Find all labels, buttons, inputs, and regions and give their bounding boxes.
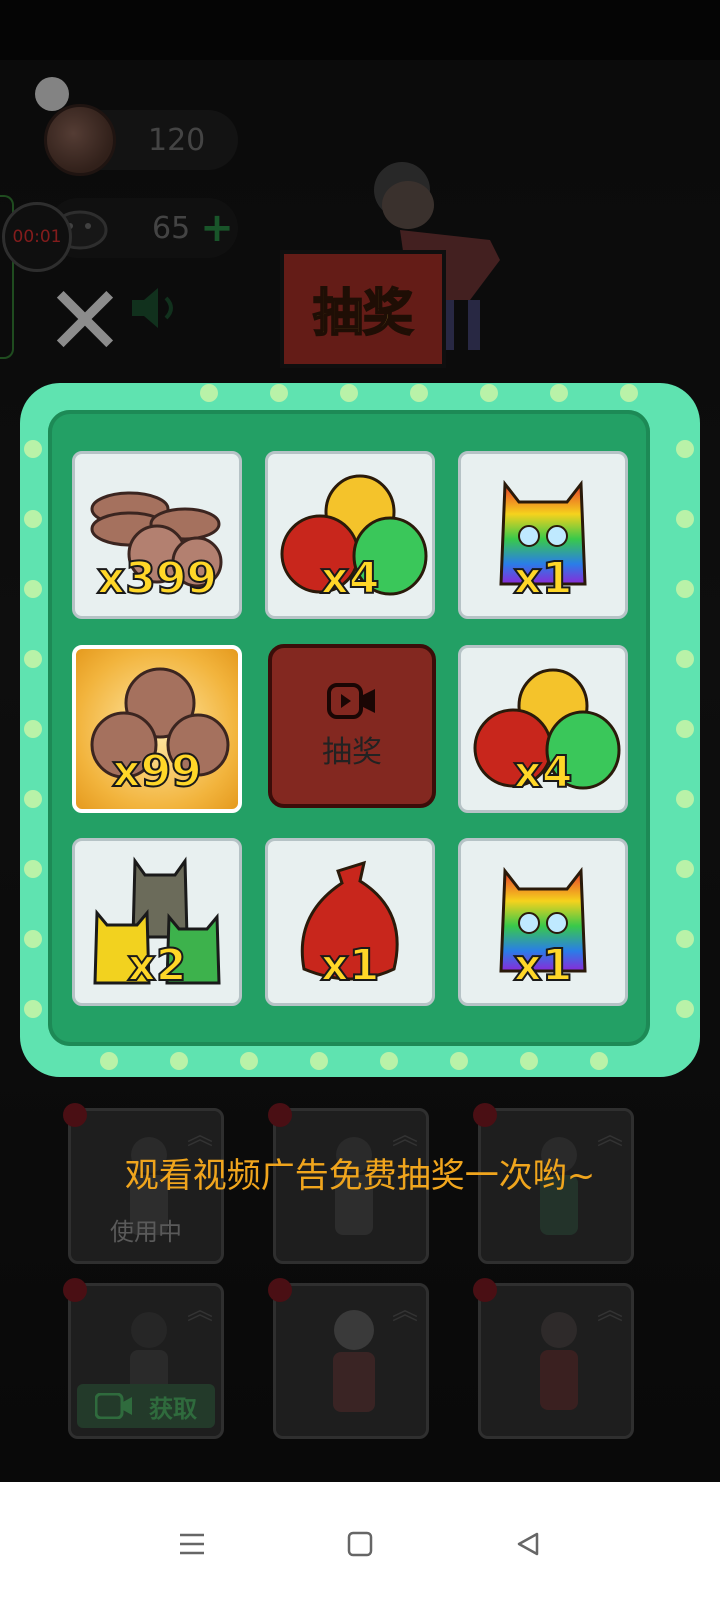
upgrade-chevron-icon: ︽ bbox=[186, 1296, 213, 1326]
light-bulb bbox=[380, 1052, 398, 1070]
light-bulb bbox=[24, 1000, 42, 1018]
reward-cell: x399 bbox=[72, 451, 242, 619]
reward-qty: x1 bbox=[513, 939, 574, 992]
light-bulb bbox=[24, 860, 42, 878]
character-figure bbox=[333, 1310, 375, 1412]
light-bulb bbox=[676, 860, 694, 878]
light-bulb bbox=[24, 790, 42, 808]
get-label: 获取 bbox=[149, 1394, 197, 1423]
light-bulb bbox=[170, 1052, 188, 1070]
notification-dot bbox=[63, 1103, 87, 1127]
notification-dot bbox=[268, 1278, 292, 1302]
card-status: 使用中 bbox=[110, 1218, 182, 1246]
home-button[interactable] bbox=[340, 1524, 380, 1564]
reward-cell: x1 bbox=[265, 838, 435, 1006]
light-bulb bbox=[310, 1052, 328, 1070]
reward-cell-selected: x99 bbox=[72, 645, 242, 813]
light-bulb bbox=[410, 384, 428, 402]
light-bulb bbox=[620, 384, 638, 402]
light-bulb bbox=[340, 384, 358, 402]
light-bulb bbox=[590, 1052, 608, 1070]
light-bulb bbox=[24, 580, 42, 598]
reward-qty: x1 bbox=[513, 552, 574, 605]
reward-qty: x99 bbox=[111, 745, 203, 798]
light-bulb bbox=[270, 384, 288, 402]
back-icon bbox=[517, 1532, 539, 1556]
light-bulb bbox=[676, 930, 694, 948]
light-bulb bbox=[100, 1052, 118, 1070]
light-bulb bbox=[676, 1000, 694, 1018]
light-bulb bbox=[24, 650, 42, 668]
free-draw-hint: 观看视频广告免费抽奖一次哟~ bbox=[124, 1156, 596, 1196]
reward-cell: x1 bbox=[458, 451, 628, 619]
reward-cell: x4 bbox=[458, 645, 628, 813]
light-bulb bbox=[676, 720, 694, 738]
light-bulb bbox=[676, 510, 694, 528]
light-bulb bbox=[676, 440, 694, 458]
light-bulb bbox=[24, 440, 42, 458]
character-card[interactable]: ︽ 获取 bbox=[63, 1278, 224, 1439]
light-bulb bbox=[24, 510, 42, 528]
light-bulb bbox=[676, 650, 694, 668]
video-icon bbox=[327, 683, 375, 719]
light-bulb bbox=[24, 930, 42, 948]
back-button[interactable] bbox=[508, 1524, 548, 1564]
notification-dot bbox=[63, 1278, 87, 1302]
draw-button-label: 抽奖 bbox=[322, 735, 382, 770]
reward-qty: x4 bbox=[320, 552, 381, 605]
get-character-button[interactable]: 获取 bbox=[77, 1384, 215, 1428]
menu-icon bbox=[180, 1533, 204, 1555]
light-bulb bbox=[480, 384, 498, 402]
light-bulb bbox=[520, 1052, 538, 1070]
reward-cell: x1 bbox=[458, 838, 628, 1006]
notification-dot bbox=[473, 1278, 497, 1302]
upgrade-chevron-icon: ︽ bbox=[391, 1121, 418, 1151]
light-bulb bbox=[200, 384, 218, 402]
light-bulb bbox=[676, 790, 694, 808]
notification-dot bbox=[473, 1103, 497, 1127]
light-bulb bbox=[676, 580, 694, 598]
system-nav-bar bbox=[0, 1482, 720, 1612]
upgrade-chevron-icon: ︽ bbox=[596, 1121, 623, 1151]
light-bulb bbox=[450, 1052, 468, 1070]
notification-dot bbox=[268, 1103, 292, 1127]
light-bulb bbox=[240, 1052, 258, 1070]
menu-button[interactable] bbox=[172, 1524, 212, 1564]
reward-qty: x399 bbox=[96, 552, 218, 605]
upgrade-chevron-icon: ︽ bbox=[186, 1121, 213, 1151]
reward-cell: x4 bbox=[265, 451, 435, 619]
light-bulb bbox=[550, 384, 568, 402]
home-icon bbox=[347, 1531, 373, 1557]
upgrade-chevron-icon: ︽ bbox=[391, 1296, 418, 1326]
video-icon bbox=[95, 1393, 132, 1419]
character-card[interactable]: ︽ bbox=[268, 1278, 429, 1439]
reward-cell: x2 bbox=[72, 838, 242, 1006]
character-figure bbox=[540, 1312, 578, 1410]
character-card[interactable]: ︽ bbox=[473, 1278, 634, 1439]
reward-qty: x1 bbox=[320, 939, 381, 992]
upgrade-chevron-icon: ︽ bbox=[596, 1296, 623, 1326]
reward-qty: x4 bbox=[513, 746, 574, 799]
light-bulb bbox=[24, 720, 42, 738]
reward-qty: x2 bbox=[127, 939, 188, 992]
watch-ad-draw-button[interactable]: 抽奖 bbox=[268, 644, 436, 808]
